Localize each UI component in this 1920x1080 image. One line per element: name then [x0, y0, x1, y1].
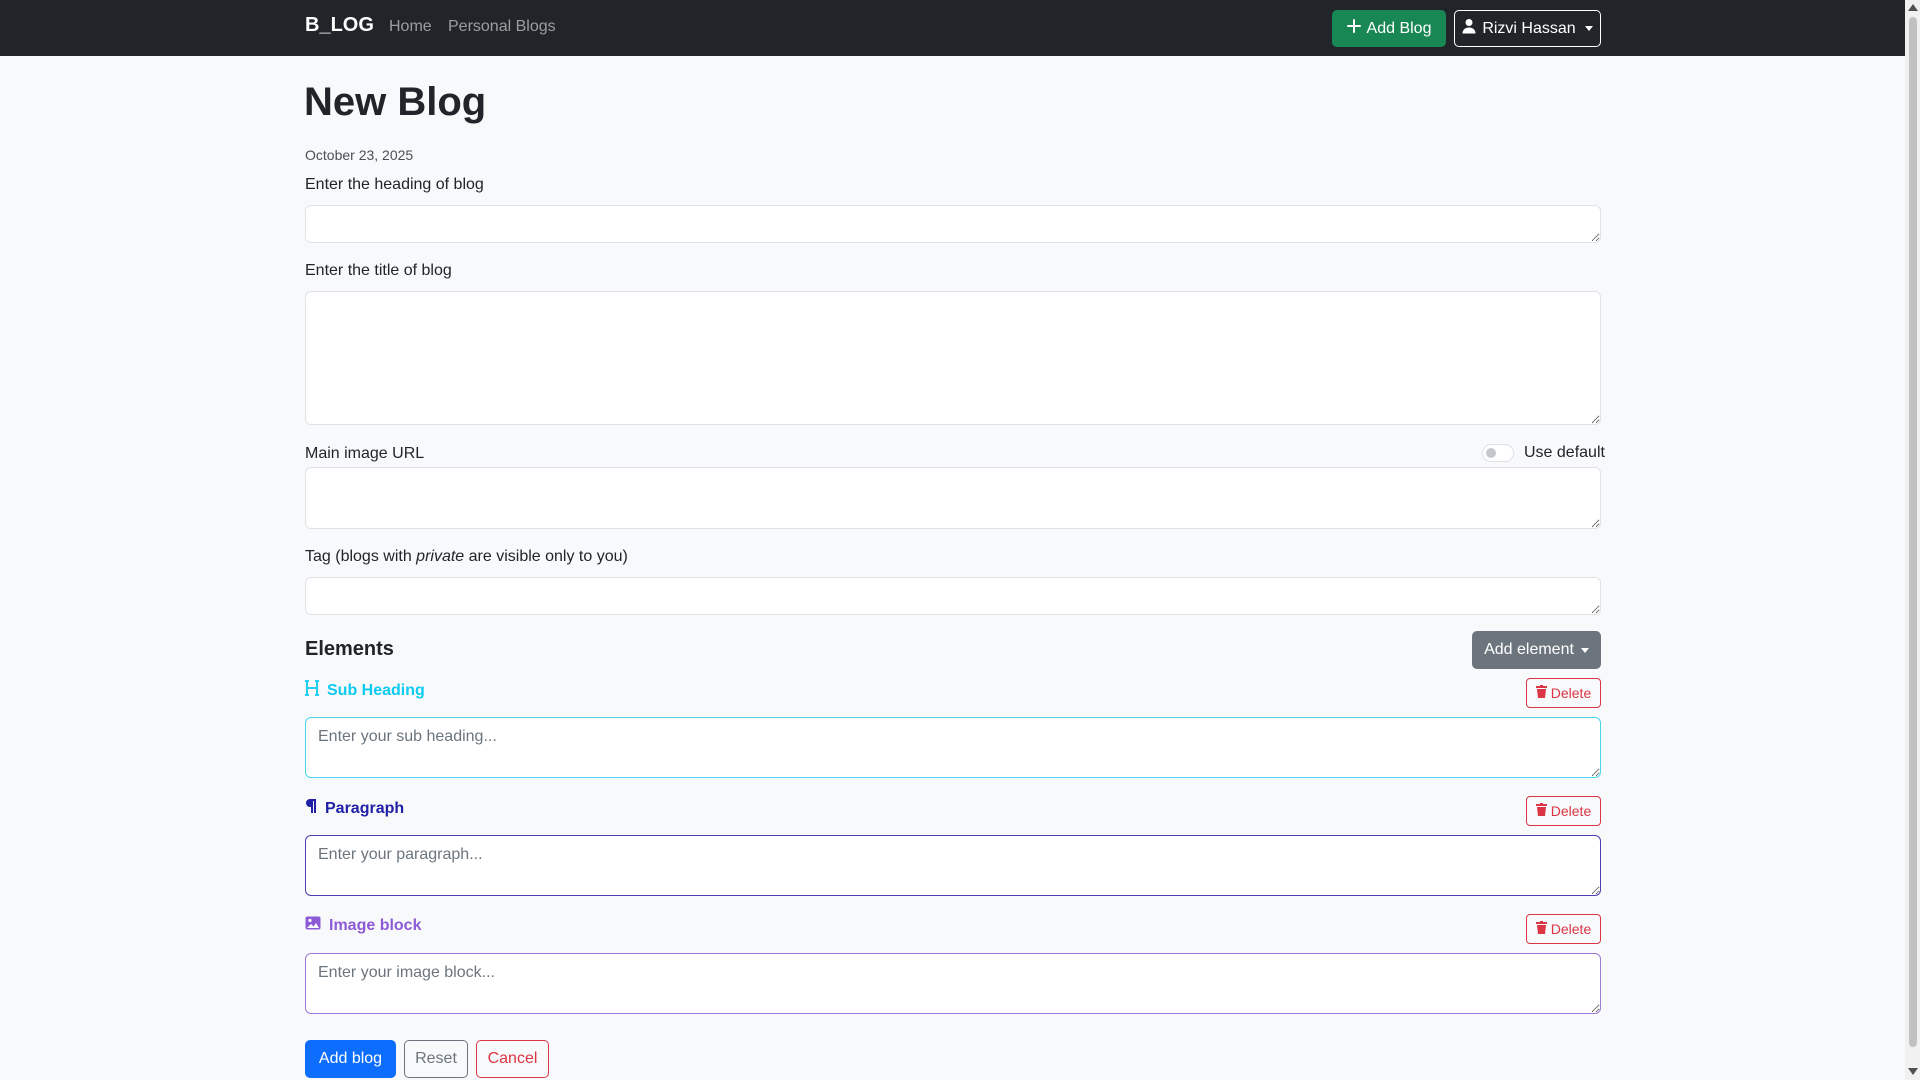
title-label: Enter the title of blog — [305, 262, 452, 279]
page-date: October 23, 2025 — [305, 147, 414, 163]
use-default-label: Use default — [1524, 444, 1605, 461]
user-menu-dropdown[interactable]: Rizvi Hassan — [1454, 10, 1601, 47]
subheading-element-label: Sub Heading — [327, 681, 425, 699]
imageblock-element-label: Image block — [329, 916, 422, 934]
elements-heading: Elements — [305, 638, 394, 660]
use-default-toggle[interactable] — [1482, 444, 1514, 462]
heading-icon — [305, 680, 319, 701]
heading-label: Enter the heading of blog — [305, 176, 484, 193]
toggle-knob — [1486, 448, 1496, 458]
user-icon — [1462, 18, 1476, 39]
trash-icon — [1535, 921, 1547, 937]
cancel-button[interactable]: Cancel — [476, 1040, 549, 1078]
delete-label: Delete — [1550, 685, 1592, 701]
delete-label: Delete — [1550, 921, 1592, 937]
scroll-down-arrow-icon[interactable] — [1908, 1068, 1918, 1075]
subheading-input[interactable] — [305, 717, 1601, 778]
tag-private-emphasis: private — [416, 548, 465, 565]
user-name: Rizvi Hassan — [1482, 19, 1576, 37]
image-icon — [305, 916, 321, 935]
imageblock-input[interactable] — [305, 953, 1601, 1014]
nav-personal-blogs-link[interactable]: Personal Blogs — [448, 18, 556, 36]
paragraph-element-title: Paragraph — [305, 798, 404, 819]
subheading-element-title: Sub Heading — [305, 680, 425, 701]
heading-input[interactable] — [305, 205, 1601, 243]
chevron-down-icon — [1580, 647, 1589, 653]
trash-icon — [1535, 685, 1547, 701]
delete-label: Delete — [1550, 803, 1592, 819]
image-url-input[interactable] — [305, 467, 1601, 529]
page-scrollbar[interactable] — [1905, 0, 1920, 1080]
page-title: New Blog — [304, 80, 487, 124]
add-element-dropdown[interactable]: Add element — [1472, 631, 1601, 669]
navbar: B_LOG Home Personal Blogs Add Blog Rizvi… — [0, 0, 1905, 56]
add-element-label: Add element — [1484, 641, 1574, 658]
scroll-thumb[interactable] — [1909, 17, 1917, 1047]
paragraph-input[interactable] — [305, 835, 1601, 896]
reset-button[interactable]: Reset — [404, 1040, 468, 1078]
paragraph-element-label: Paragraph — [325, 799, 405, 817]
add-blog-nav-label: Add Blog — [1366, 19, 1432, 37]
title-input[interactable] — [305, 291, 1601, 425]
add-blog-submit-button[interactable]: Add blog — [305, 1040, 396, 1078]
nav-home-link[interactable]: Home — [389, 18, 432, 36]
trash-icon — [1535, 803, 1547, 819]
delete-subheading-button[interactable]: Delete — [1526, 678, 1601, 708]
imageblock-element-title: Image block — [305, 916, 421, 935]
brand-logo[interactable]: B_LOG — [305, 14, 374, 37]
plus-icon — [1346, 19, 1361, 38]
chevron-down-icon — [1584, 26, 1593, 31]
add-blog-nav-button[interactable]: Add Blog — [1332, 10, 1446, 47]
delete-paragraph-button[interactable]: Delete — [1526, 796, 1601, 826]
image-url-label: Main image URL — [305, 445, 425, 462]
scroll-up-arrow-icon[interactable] — [1908, 4, 1918, 11]
tag-input[interactable] — [305, 577, 1601, 615]
use-default-switch-group: Use default — [1482, 444, 1605, 462]
tag-label: Tag (blogs with private are visible only… — [305, 548, 628, 565]
delete-imageblock-button[interactable]: Delete — [1526, 914, 1601, 944]
pilcrow-icon — [305, 798, 317, 819]
